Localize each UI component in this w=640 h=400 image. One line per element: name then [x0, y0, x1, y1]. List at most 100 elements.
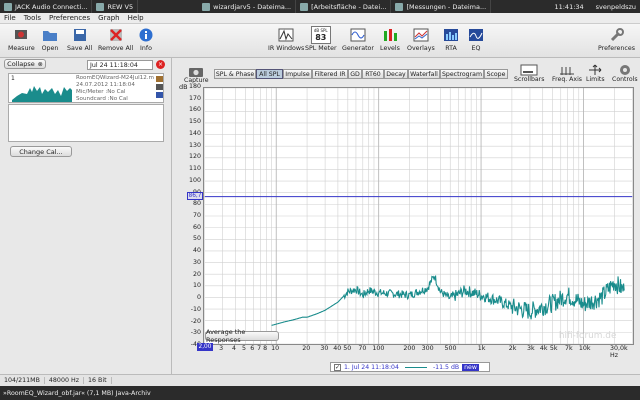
measurement-soundcard-cal: Soundcard :No Cal — [76, 96, 128, 102]
y-tick-label: 130 — [188, 141, 201, 149]
remove-all-button[interactable]: Remove All — [98, 26, 133, 52]
menu-help[interactable]: Help — [124, 14, 148, 22]
x-tick-label: 3 — [219, 345, 224, 352]
eq-button[interactable]: EQ — [466, 26, 486, 52]
y-tick-label: 30 — [192, 258, 201, 266]
ir-windows-button[interactable]: IR Windows — [268, 26, 304, 52]
taskbar-item-rew[interactable]: REW V5 — [92, 0, 139, 13]
x-tick-label: 7k — [564, 345, 573, 352]
y-tick-label: 60 — [192, 223, 201, 231]
menu-preferences[interactable]: Preferences — [45, 14, 94, 22]
taskbar-item-desktop[interactable]: [Arbeitsfläche - Datei... — [296, 0, 392, 13]
freq-axis-button[interactable]: Freq. Axis — [552, 64, 582, 83]
tab-spectrogram[interactable]: Spectrogram — [440, 69, 484, 79]
measure-icon — [11, 26, 31, 44]
open-button[interactable]: Open — [40, 26, 60, 52]
change-cal-button[interactable]: Change Cal... — [10, 146, 72, 157]
tab-scope[interactable]: Scope — [484, 69, 508, 79]
download-bar: »RoomEQ_Wizard_obf.jar« (7,1 MB) Java-Ar… — [0, 386, 640, 400]
info-icon — [136, 26, 156, 44]
tab-waterfall[interactable]: Waterfall — [408, 69, 440, 79]
tab-spl-phase[interactable]: SPL & Phase — [214, 69, 256, 79]
preferences-button[interactable]: Preferences — [598, 26, 635, 52]
rta-button[interactable]: RTA — [441, 26, 461, 52]
y-tick-label: 110 — [188, 165, 201, 173]
y-tick-label: 40 — [192, 247, 201, 255]
tab-filtered-ir[interactable]: Filtered IR — [312, 69, 348, 79]
tab-all-spl[interactable]: All SPL — [256, 69, 283, 79]
app-icon — [4, 2, 12, 11]
collapse-icon: ⊗ — [37, 60, 43, 68]
x-tick-label: 10 — [271, 345, 280, 352]
controls-button[interactable]: Controls — [612, 64, 638, 83]
menu-graph[interactable]: Graph — [94, 14, 123, 22]
levels-button[interactable]: Levels — [380, 26, 400, 52]
y-tick-label: 80 — [192, 200, 201, 208]
menu-file[interactable]: File — [0, 14, 20, 22]
average-responses-button[interactable]: Average the Responses — [205, 328, 279, 344]
menu-tools[interactable]: Tools — [20, 14, 45, 22]
x-tick-label: 300 — [421, 345, 434, 352]
capture-button[interactable]: Capture — [184, 66, 209, 84]
y-tick-label: 50 — [192, 235, 201, 243]
delete-measurement-icon[interactable]: × — [156, 60, 165, 69]
camera-icon — [189, 68, 204, 77]
cursor-value-label: 86,7 — [187, 192, 203, 201]
scrollbars-button[interactable]: Scrollbars — [514, 64, 544, 83]
sample-rate: 48000 Hz — [45, 377, 84, 384]
measure-button[interactable]: Measure — [8, 26, 35, 52]
x-tick-label: 5k — [549, 345, 558, 352]
collapse-button[interactable]: Collapse ⊗ — [4, 59, 46, 69]
tab-impulse[interactable]: Impulse — [283, 69, 312, 79]
preferences-icon — [607, 26, 627, 44]
levels-icon — [380, 26, 400, 44]
notes-area[interactable] — [8, 104, 164, 142]
edit-notes-icon[interactable] — [156, 76, 163, 82]
freq-axis-icon — [560, 67, 575, 75]
y-tick-label: 0 — [196, 294, 201, 302]
x-tick-label: 6 — [250, 345, 255, 352]
rta-icon — [441, 26, 461, 44]
folder-icon — [395, 2, 404, 11]
y-tick-label: 10 — [192, 282, 201, 290]
x-tick-label: 3k — [526, 345, 535, 352]
limits-button[interactable]: Limits — [586, 64, 605, 83]
y-tick-label: 180 — [188, 83, 201, 90]
menubar: File Tools Preferences Graph Help — [0, 13, 640, 24]
measurement-index: 1 — [11, 75, 15, 82]
taskbar-item-jack[interactable]: JACK Audio Connecti... — [0, 0, 93, 13]
spl-graph[interactable]: hifi-forum.de — [203, 87, 634, 345]
measurement-item[interactable]: 1 RoomEQWizard-M24Jul12.m 24.07.2012 11:… — [8, 73, 164, 103]
x-tick-label: 1k — [477, 345, 486, 352]
download-file-label: »RoomEQ_Wizard_obf.jar« (7,1 MB) Java-Ar… — [3, 389, 151, 397]
save-all-button[interactable]: Save All — [67, 26, 92, 52]
spl-meter-button[interactable]: dB SPL 83 SPL Meter — [305, 26, 337, 52]
bit-depth: 16 Bit — [84, 377, 112, 384]
clock: 11:41:34 — [554, 2, 584, 11]
taskbar-item-wizard[interactable]: wizardjarv5 - Dateima... — [198, 0, 297, 13]
graph-grid — [204, 88, 633, 344]
overlays-button[interactable]: Overlays — [407, 26, 435, 52]
limits-icon — [589, 64, 602, 75]
measurements-panel: Collapse ⊗ Jul 24 11:18:04 × 1 RoomEQWiz… — [0, 58, 172, 374]
ir-windows-icon — [276, 26, 296, 44]
x-tick-label: 4 — [232, 345, 237, 352]
tab-decay[interactable]: Decay — [384, 69, 408, 79]
user-name[interactable]: svenpeldszu — [592, 3, 640, 11]
legend-label: 1. Jul 24 11:18:04 — [344, 363, 399, 371]
memory-usage: 104/211MB — [0, 377, 45, 384]
generator-button[interactable]: Generator — [342, 26, 374, 52]
measurement-name-field[interactable]: Jul 24 11:18:04 — [87, 60, 153, 70]
folder-icon — [300, 2, 309, 11]
legend-new-tag: new — [462, 363, 479, 371]
tab-rt60[interactable]: RT60 — [362, 69, 384, 79]
x-tick-label: 8 — [263, 345, 268, 352]
color-icon[interactable] — [156, 92, 163, 98]
info-button[interactable]: Info — [136, 26, 156, 52]
wand-icon[interactable] — [156, 84, 163, 90]
measurement-date: 24.07.2012 11:18:04 — [76, 82, 135, 88]
y-tick-label: 150 — [188, 118, 201, 126]
taskbar-item-messungen[interactable]: [Messungen - Dateima... — [391, 0, 492, 13]
tab-gd[interactable]: GD — [348, 69, 362, 79]
trace-visible-checkbox[interactable]: ✓ — [334, 363, 341, 371]
